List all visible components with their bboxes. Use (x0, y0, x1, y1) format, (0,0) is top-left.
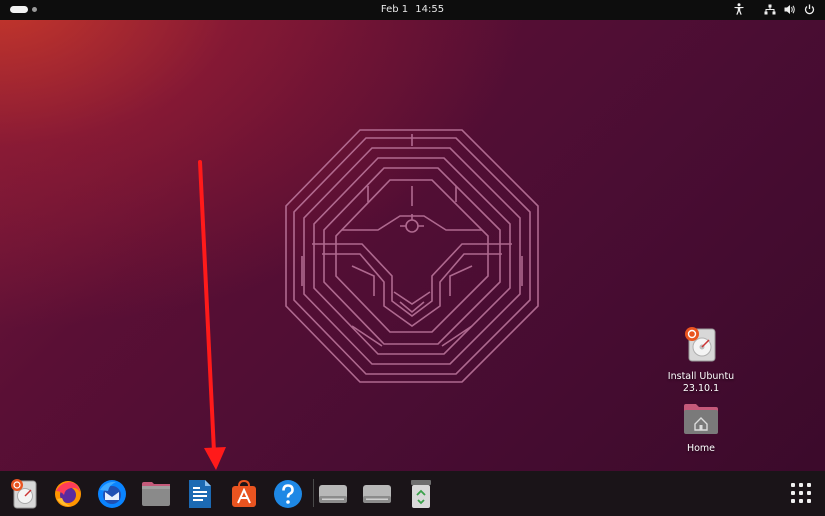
annotation-arrow (198, 160, 226, 470)
